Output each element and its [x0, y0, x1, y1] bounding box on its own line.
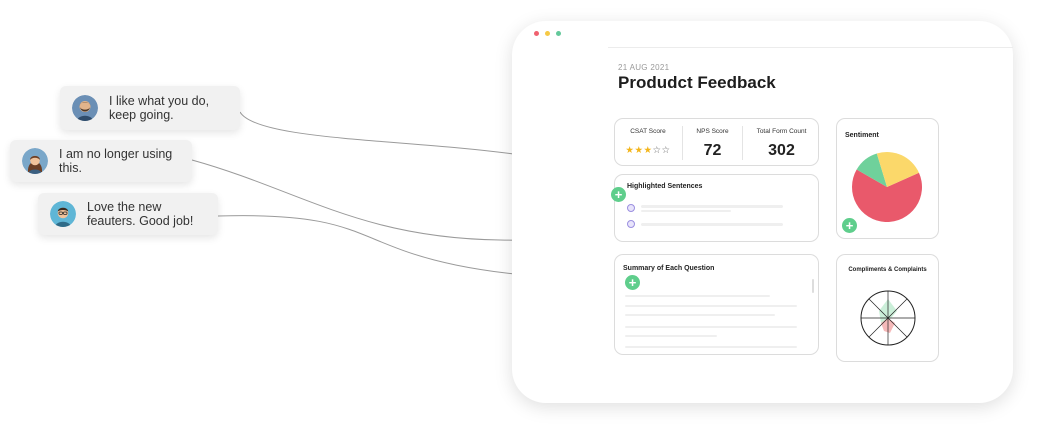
- feedback-text-2: I am no longer using this.: [59, 147, 173, 175]
- nps-label: NPS Score: [696, 128, 729, 135]
- text-placeholder: [641, 204, 783, 208]
- text-placeholder: [625, 305, 797, 307]
- total-form-label: Total Form Count: [756, 128, 807, 135]
- text-placeholder: [625, 335, 717, 337]
- text-placeholder: [625, 346, 797, 348]
- add-summary-button[interactable]: +: [625, 275, 640, 290]
- feedback-bubble-3: Love the new feauters. Good job!: [38, 193, 218, 235]
- feedback-bubble-1: I like what you do, keep going.: [60, 86, 240, 130]
- woman-avatar-icon: [22, 148, 48, 174]
- csat-label: CSAT Score: [630, 128, 666, 135]
- text-placeholder: [625, 295, 770, 297]
- feedback-text-3: Love the new feauters. Good job!: [87, 200, 194, 228]
- dashboard-window: 21 AUG 2021 Produdct Feedback CSAT Score…: [512, 21, 1013, 403]
- highlighted-sentences-title: Highlighted Sentences: [627, 183, 703, 190]
- compliments-card: Compliments & Complaints: [836, 254, 939, 362]
- feedback-bubble-2: I am no longer using this.: [10, 140, 192, 182]
- page-title: Produdct Feedback: [618, 73, 776, 92]
- man-with-beard-avatar-icon: [72, 95, 98, 121]
- star-filled-icon: ★: [643, 145, 653, 156]
- nps-score: NPS Score 72: [683, 119, 742, 165]
- sentiment-title: Sentiment: [845, 132, 879, 139]
- minimize-dot-icon[interactable]: [545, 31, 550, 36]
- man-with-glasses-avatar-icon: [50, 201, 76, 227]
- total-form-value: 302: [768, 142, 795, 159]
- highlighted-sentences-card: Highlighted Sentences: [614, 174, 819, 242]
- add-highlight-button[interactable]: +: [611, 187, 626, 202]
- add-sentiment-button[interactable]: +: [842, 218, 857, 233]
- maximize-dot-icon[interactable]: [556, 31, 561, 36]
- summary-card: Summary of Each Question: [614, 254, 819, 355]
- window-controls: [534, 31, 561, 36]
- text-placeholder: [625, 326, 797, 328]
- summary-scrollbar[interactable]: [812, 279, 814, 293]
- feedback-text-1: I like what you do, keep going.: [109, 94, 210, 122]
- star-empty-icon: ☆: [652, 145, 662, 156]
- bullet-icon: [627, 220, 635, 228]
- sentiment-pie-chart: [852, 151, 923, 223]
- close-dot-icon[interactable]: [534, 31, 539, 36]
- report-date: 21 AUG 2021: [618, 63, 670, 72]
- highlighted-sentence-row: [627, 220, 783, 228]
- bullet-icon: [627, 204, 635, 212]
- text-placeholder: [641, 222, 783, 226]
- compliments-title: Compliments & Complaints: [848, 267, 927, 273]
- text-placeholder: [641, 209, 731, 212]
- csat-score: CSAT Score ★★★☆☆: [615, 119, 681, 165]
- star-empty-icon: ☆: [661, 145, 671, 156]
- window-divider: [608, 47, 1013, 48]
- summary-title: Summary of Each Question: [623, 265, 715, 272]
- score-card: CSAT Score ★★★☆☆ NPS Score 72 Total Form…: [614, 118, 819, 166]
- text-placeholder: [625, 314, 775, 316]
- csat-stars: ★★★☆☆: [615, 145, 681, 156]
- highlighted-sentence-row: [627, 204, 783, 212]
- compliments-radar-chart: [860, 290, 916, 346]
- total-form-count: Total Form Count 302: [743, 119, 820, 165]
- nps-value: 72: [703, 142, 722, 159]
